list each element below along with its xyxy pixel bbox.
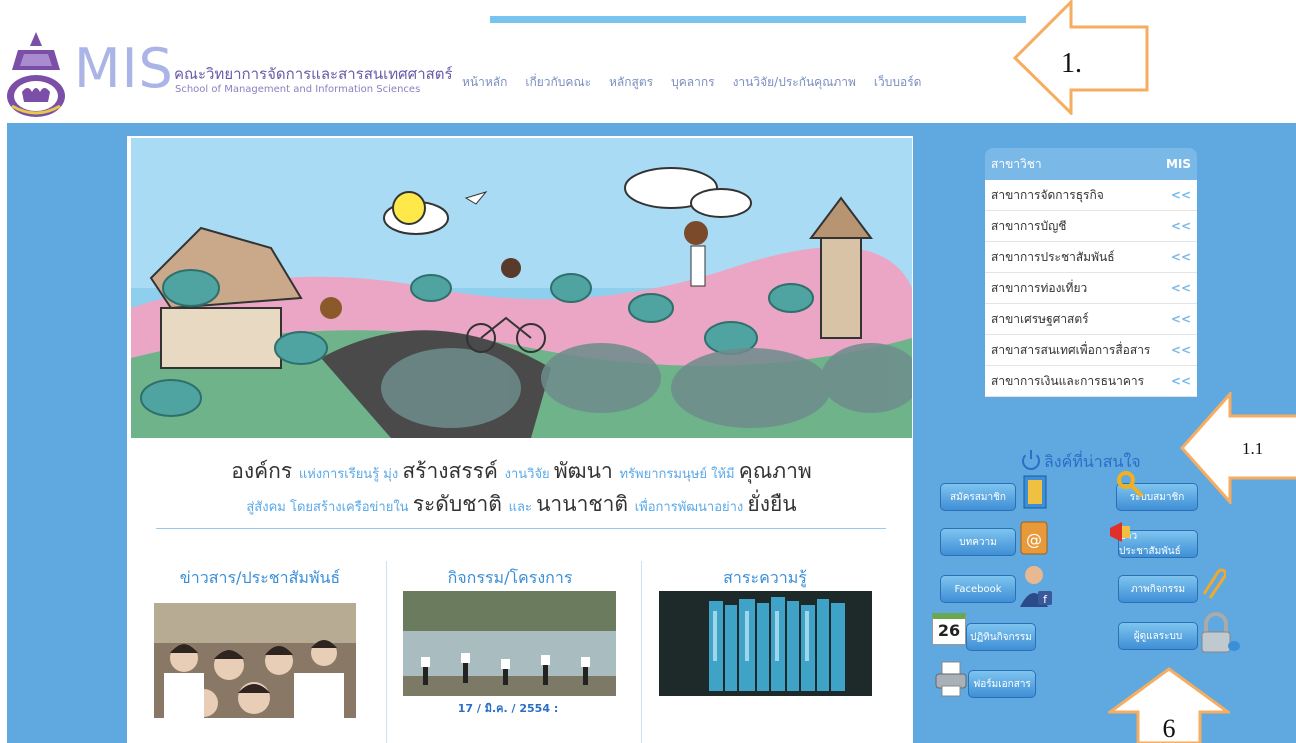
slogan-line-2: สู่สังคม โดยสร้างเครือข่ายใน ระดับชาติ แ… [131, 488, 912, 521]
slogan-segment: พัฒนา [553, 459, 620, 483]
chevron-left-icon: << [1170, 188, 1191, 202]
sidebar-header: สาขาวิชา MIS [985, 148, 1197, 180]
news-heading[interactable]: ข่าวสาร/ประชาสัมพันธ์ [150, 566, 370, 591]
sidebar-item-label: สาขาการท่องเที่ยว [991, 280, 1088, 295]
sidebar-item-label: สาขาเศรษฐศาสตร์ [991, 311, 1089, 326]
slogan-segment: สร้างสรรค์ [402, 459, 505, 483]
register-button[interactable]: สมัครสมาชิก [940, 483, 1016, 511]
knowledge-photo[interactable] [659, 591, 872, 696]
sidebar-item-label: สาขาสารสนเทศเพื่อการสื่อสาร [991, 342, 1151, 357]
chevron-left-icon: << [1170, 219, 1191, 233]
power-icon [1022, 450, 1040, 470]
sidebar-item-label: สาขาการจัดการธุรกิจ [991, 187, 1104, 202]
slogan-segment: นานาชาติ [536, 492, 635, 516]
nav-curriculum[interactable]: หลักสูตร [609, 73, 653, 92]
sidebar-item-label: สาขาการบัญชี [991, 218, 1067, 233]
sidebar-item-economics[interactable]: สาขาเศรษฐศาสตร์ << [985, 304, 1197, 335]
sidebar-item-label: สาขาการประชาสัมพันธ์ [991, 249, 1115, 264]
book-icon [1023, 475, 1047, 509]
slogan-segment: งานวิจัย [504, 467, 554, 482]
chevron-left-icon: << [1170, 281, 1191, 295]
user-facebook-icon: f [1020, 566, 1052, 607]
annotation-arrow-left: 1. [1013, 0, 1149, 115]
slogan-segment: เพื่อการพัฒนาอย่าง [634, 500, 748, 515]
chevron-left-icon: << [1170, 343, 1191, 357]
slogan-line-1: องค์กร แห่งการเรียนรู้ มุ่ง สร้างสรรค์ ง… [131, 455, 912, 488]
calendar-icon: 26 [932, 613, 966, 645]
university-seal-logo [7, 32, 65, 117]
chevron-left-icon: << [1170, 250, 1191, 264]
slogan-segment: องค์กร [231, 459, 299, 483]
activity-date: 17 / มิ.ค. / 2554 : [457, 702, 559, 715]
sidebar-item-accounting[interactable]: สาขาการบัญชี << [985, 211, 1197, 242]
printer-icon [935, 661, 967, 697]
annotation-arrow-left: 1.1 [1180, 392, 1296, 504]
sidebar-item-label: สาขาการเงินและการธนาคาร [991, 373, 1145, 388]
slogan-segment: ยั่งยืน [747, 492, 797, 516]
lock-icon [1201, 612, 1240, 653]
megaphone-icon [1110, 522, 1130, 542]
top-navigation: หน้าหลัก เกี่ยวกับคณะ หลักสูตร บุคลากร ง… [462, 73, 921, 92]
slogan-segment: คุณภาพ [738, 459, 812, 483]
news-photo[interactable] [154, 603, 356, 718]
nav-webboard[interactable]: เว็บบอร์ด [874, 73, 922, 92]
activities-heading[interactable]: กิจกรรม/โครงการ [400, 566, 620, 591]
logo-mis-text: MIS [74, 37, 174, 100]
admin-button[interactable]: ผู้ดูแลระบบ [1118, 622, 1198, 650]
article-button[interactable]: บทความ [940, 528, 1016, 556]
sidebar-item-public-relations[interactable]: สาขาการประชาสัมพันธ์ << [985, 242, 1197, 273]
chevron-left-icon: << [1170, 374, 1191, 388]
key-icon [1117, 471, 1144, 498]
links-title-text: ลิงค์ที่น่าสนใจ [1044, 452, 1141, 471]
sidebar-header-badge: MIS [1165, 157, 1191, 171]
chevron-left-icon: << [1170, 312, 1191, 326]
content-divider [156, 528, 886, 529]
sidebar-item-communication-it[interactable]: สาขาสารสนเทศเพื่อการสื่อสาร << [985, 335, 1197, 366]
nav-research-quality[interactable]: งานวิจัย/ประกันคุณภาพ [733, 73, 856, 92]
banner-illustration [131, 138, 912, 438]
department-sidebar: สาขาวิชา MIS สาขาการจัดการธุรกิจ << สาขาก… [985, 148, 1197, 397]
knowledge-heading[interactable]: สาระความรู้ [655, 566, 875, 591]
sidebar-item-tourism[interactable]: สาขาการท่องเที่ยว << [985, 273, 1197, 304]
faculty-name-thai: คณะวิทยาการจัดการและสารสนเทศศาสตร์ [174, 65, 453, 83]
facebook-button[interactable]: Facebook [940, 575, 1016, 603]
nav-home[interactable]: หน้าหลัก [462, 73, 507, 92]
paperclip-icon [1202, 568, 1226, 599]
faculty-name-english: School of Management and Information Sci… [175, 84, 421, 95]
slogan-segment: สู่สังคม โดยสร้างเครือข่ายใน [246, 500, 413, 515]
activity-calendar-button[interactable]: ปฏิทินกิจกรรม [966, 623, 1036, 651]
annotation-arrow-up: 6 [1108, 667, 1230, 743]
slogan-segment: และ [508, 500, 537, 515]
column-separator [386, 561, 387, 743]
forms-button[interactable]: ฟอร์มเอกสาร [968, 670, 1036, 698]
annotation-label-6: 6 [1163, 714, 1176, 743]
address-book-icon: @ [1020, 521, 1048, 555]
top-decor-bar [490, 16, 1026, 23]
activity-photos-button[interactable]: ภาพกิจกรรม [1118, 575, 1198, 603]
sidebar-item-business-management[interactable]: สาขาการจัดการธุรกิจ << [985, 180, 1197, 211]
activities-photo[interactable] [403, 591, 616, 696]
slogan-segment: ทรัพยากรมนุษย์ ให้มี [619, 467, 739, 482]
slogan-segment: ระดับชาติ [412, 492, 509, 516]
column-separator [641, 561, 642, 743]
nav-about[interactable]: เกี่ยวกับคณะ [525, 73, 591, 92]
annotation-label-1: 1. [1061, 48, 1082, 79]
sidebar-item-finance-banking[interactable]: สาขาการเงินและการธนาคาร << [985, 366, 1197, 397]
svg-text:@: @ [1026, 530, 1042, 549]
slogan-segment: แห่งการเรียนรู้ มุ่ง [298, 467, 403, 482]
nav-staff[interactable]: บุคลากร [671, 73, 714, 92]
sidebar-header-label: สาขาวิชา [991, 156, 1042, 171]
annotation-label-1-1: 1.1 [1242, 439, 1263, 458]
